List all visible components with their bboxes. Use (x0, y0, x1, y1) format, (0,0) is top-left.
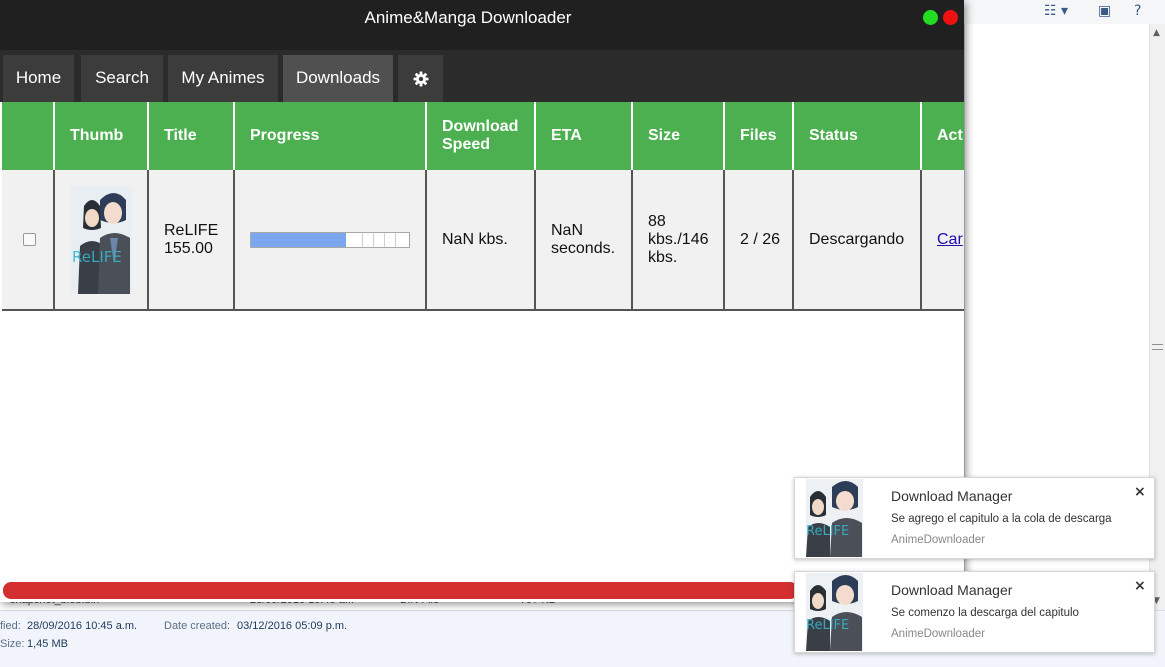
notification-thumbnail-image: ReLIFE (806, 573, 863, 651)
modified-value: 28/09/2016 10:45 a.m. (27, 620, 138, 632)
svg-text:ReLIFE: ReLIFE (72, 248, 122, 266)
created-value: 03/12/2016 05:09 p.m. (237, 620, 348, 632)
modified-label: fied: (0, 620, 21, 632)
scroll-up-arrow-icon[interactable]: ▲ (1153, 28, 1160, 38)
notification-card[interactable]: ReLIFE Download Manager Se comenzo la de… (794, 571, 1155, 653)
close-icon[interactable]: × (1134, 484, 1146, 500)
title-cell: ReLIFE 155.00 (148, 170, 235, 311)
column-header-progress[interactable]: Progress (234, 102, 427, 170)
bottom-red-bar (3, 582, 798, 599)
created-label: Date created: (164, 620, 231, 632)
title-bar[interactable]: Anime&Manga Downloader (0, 0, 964, 50)
progress-cell (234, 170, 427, 311)
notification-message: Se agrego el capitulo a la cola de desca… (891, 513, 1112, 525)
preview-pane-icon[interactable]: ▣ (1098, 2, 1111, 20)
notification-title: Download Manager (891, 488, 1013, 504)
close-icon[interactable]: × (1134, 578, 1146, 594)
select-cell (2, 170, 55, 311)
gear-icon (413, 71, 428, 87)
scroll-grip[interactable] (1152, 344, 1163, 350)
notification-source: AnimeDownloader (891, 628, 985, 640)
table-header-row: Thumb Title Progress Download Speed ETA … (2, 102, 964, 170)
progress-segment-divider (373, 232, 374, 247)
speed-cell: NaN kbs. (426, 170, 536, 311)
size-cell: 88 kbs./146 kbs. (632, 170, 725, 311)
tab-home[interactable]: Home (3, 55, 74, 102)
eta-cell: NaN seconds. (535, 170, 633, 311)
cancel-link[interactable]: Car (937, 231, 963, 248)
status-cell: Descargando (793, 170, 922, 311)
table-row: ReLIFE ReLIFE 155.00 NaN kbs. NaN second… (2, 170, 964, 311)
column-header-title[interactable]: Title (148, 102, 235, 170)
column-header-thumb[interactable]: Thumb (54, 102, 149, 170)
progress-bar (250, 231, 410, 248)
progress-segment-divider (395, 232, 396, 247)
notification-card[interactable]: ReLIFE Download Manager Se agrego el cap… (794, 477, 1155, 559)
tab-settings[interactable] (398, 55, 443, 102)
downloads-table: Thumb Title Progress Download Speed ETA … (2, 102, 964, 311)
column-header-download-speed[interactable]: Download Speed (426, 102, 536, 170)
tab-search[interactable]: Search (81, 55, 163, 102)
column-header-files[interactable]: Files (724, 102, 794, 170)
action-cell: Car (921, 170, 964, 311)
column-header-size[interactable]: Size (632, 102, 725, 170)
column-header-actions[interactable]: Act (921, 102, 964, 170)
row-checkbox[interactable] (23, 233, 36, 246)
close-button[interactable] (943, 10, 958, 25)
progress-segment-divider (362, 232, 363, 247)
column-header-eta[interactable]: ETA (535, 102, 633, 170)
column-header-select (2, 102, 55, 170)
tab-my-animes[interactable]: My Animes (168, 55, 278, 102)
column-header-status[interactable]: Status (793, 102, 922, 170)
tab-downloads[interactable]: Downloads (283, 55, 393, 102)
files-cell: 2 / 26 (724, 170, 794, 311)
minimize-button[interactable] (923, 10, 938, 25)
nav-bar: Home Search My Animes Downloads (0, 50, 964, 102)
thumb-cell: ReLIFE (54, 170, 149, 311)
help-icon[interactable]: ? (1134, 2, 1141, 20)
view-options-icon[interactable]: ☷ ▾ (1044, 2, 1068, 20)
progress-bar-fill (251, 232, 346, 247)
anime-thumbnail-image: ReLIFE (70, 185, 132, 294)
svg-text:ReLIFE: ReLIFE (806, 524, 849, 539)
size-value: 1,45 MB (27, 638, 68, 650)
window-title: Anime&Manga Downloader (364, 8, 572, 27)
svg-text:ReLIFE: ReLIFE (806, 618, 849, 633)
notification-title: Download Manager (891, 582, 1013, 598)
size-label: Size: (0, 638, 25, 650)
notification-message: Se comenzo la descarga del capitulo (891, 607, 1079, 619)
progress-segment-divider (384, 232, 385, 247)
explorer-toolbar: ☷ ▾ ▣ ? (964, 0, 1165, 25)
notification-source: AnimeDownloader (891, 534, 985, 546)
notification-thumbnail-image: ReLIFE (806, 479, 863, 557)
